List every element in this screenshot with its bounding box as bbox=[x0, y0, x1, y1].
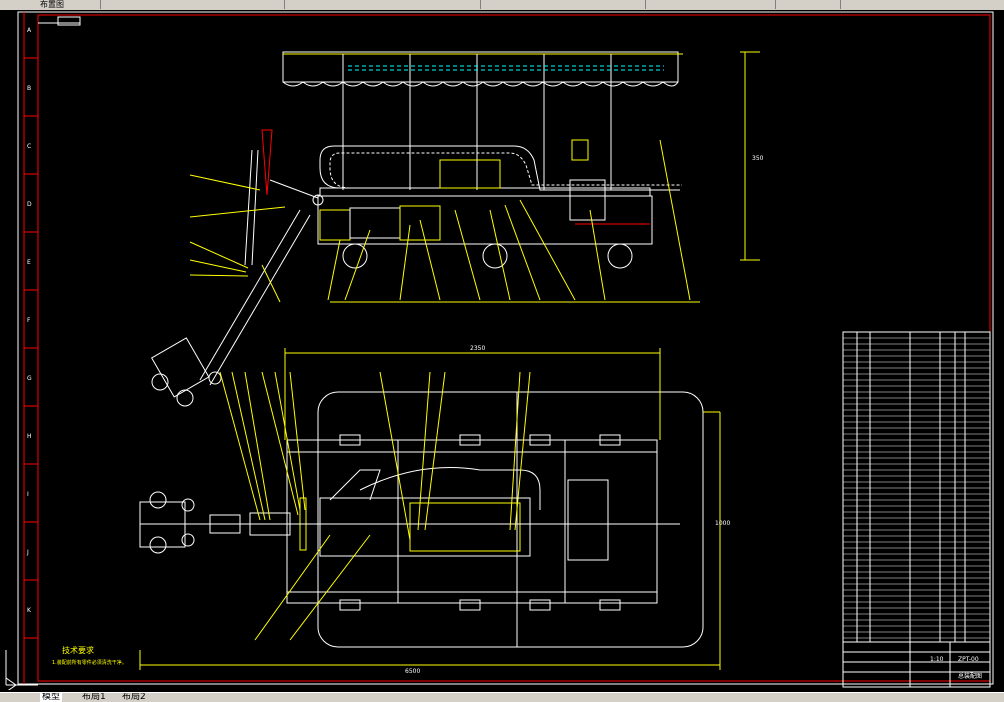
border-row-label: J bbox=[26, 549, 29, 556]
cad-drawing: A B C D E F G H I J K 1:10 ZPT-00 总装配图 2350 350 10… bbox=[17, 11, 994, 688]
border-row-label: A bbox=[27, 27, 32, 34]
layer-dropdown-value: 布置图 bbox=[40, 0, 64, 9]
border-row-label: I bbox=[27, 491, 29, 498]
bom-table bbox=[842, 331, 991, 688]
plan-view bbox=[139, 348, 721, 670]
border-row-label: B bbox=[27, 85, 31, 92]
linetype-dropdown[interactable] bbox=[485, 0, 646, 9]
border-row-label: C bbox=[27, 143, 31, 150]
border-row-label: K bbox=[27, 607, 32, 614]
dim-side-bottom: 1000 bbox=[715, 520, 730, 527]
border-row-label: H bbox=[27, 433, 32, 440]
drawing-canvas[interactable]: A B C D E F G H I J K 1:10 ZPT-00 总装配图 2350 350 10… bbox=[0, 10, 1004, 692]
layer-state-icon[interactable] bbox=[260, 0, 285, 9]
drawing-border bbox=[17, 11, 994, 685]
titleblock-drawing-no: ZPT-00 bbox=[958, 656, 979, 663]
plotstyle-dropdown[interactable] bbox=[780, 0, 841, 9]
lineweight-dropdown[interactable] bbox=[650, 0, 776, 9]
color-dropdown[interactable] bbox=[330, 0, 481, 9]
dim-top: 2350 bbox=[470, 345, 485, 352]
drawing-frame bbox=[37, 14, 991, 682]
dim-total: 6500 bbox=[405, 668, 420, 675]
ucs-icon bbox=[2, 640, 42, 690]
border-row-label: E bbox=[27, 259, 31, 266]
border-row-label: D bbox=[27, 201, 32, 208]
border-row-label: G bbox=[27, 375, 32, 382]
notes-title: 技术要求 bbox=[62, 645, 94, 655]
dim-side-top: 350 bbox=[752, 155, 764, 162]
titleblock-scale: 1:10 bbox=[930, 656, 944, 663]
notes-line: 1.装配前所有零件必须清洗干净。 bbox=[52, 659, 127, 666]
layer-dropdown[interactable]: 布置图 bbox=[40, 0, 101, 9]
border-row-labels: A B C D E F G H I J K bbox=[24, 27, 38, 639]
titleblock-name: 总装配图 bbox=[958, 672, 982, 680]
border-row-label: F bbox=[27, 317, 31, 324]
